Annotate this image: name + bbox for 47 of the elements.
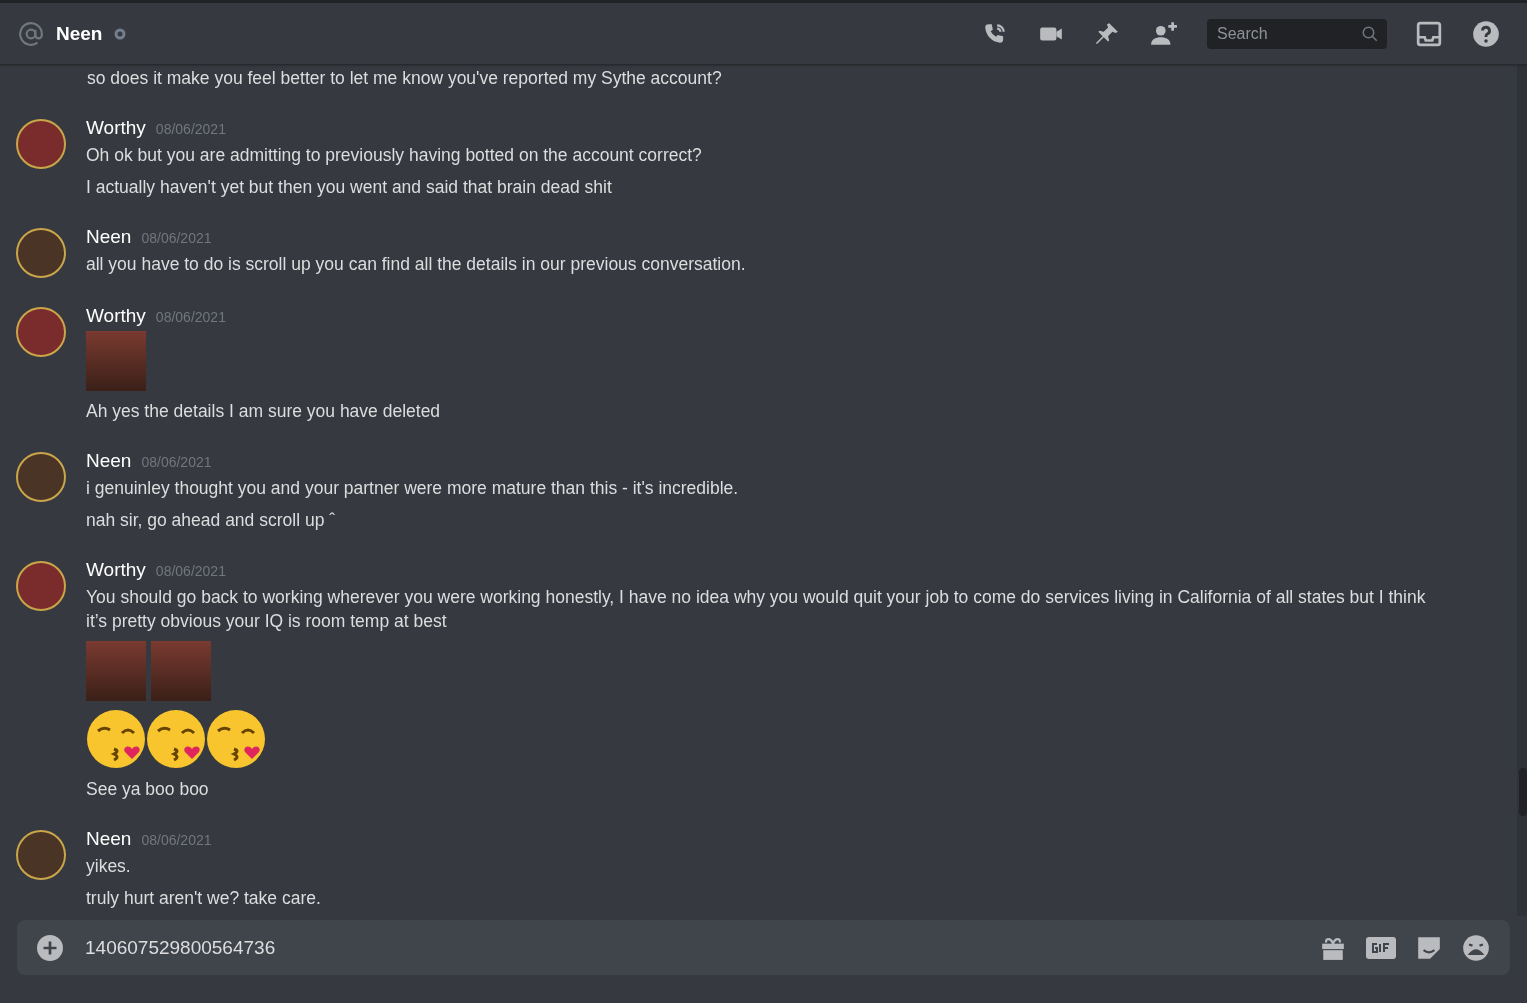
plus-circle-icon[interactable] <box>37 934 63 961</box>
message-text: yikes. <box>86 855 132 878</box>
user-avatar[interactable] <box>16 228 66 278</box>
author-name[interactable]: Worthy <box>86 305 146 327</box>
user-avatar[interactable] <box>16 452 66 502</box>
help-button[interactable] <box>1472 19 1500 48</box>
search-box[interactable]: Search <box>1207 18 1387 49</box>
message-timestamp: 08/06/2021 <box>141 230 212 246</box>
message-text: I actually haven't yet but then you went and said that brain dead shit <box>86 176 613 199</box>
message-timestamp: 08/06/2021 <box>155 121 226 137</box>
message-text: all you have to do is scroll up you can find all the details in our previous conversation. <box>86 253 746 276</box>
pin-button[interactable] <box>1094 20 1120 47</box>
message-timestamp: 08/06/2021 <box>141 832 212 848</box>
user-avatar[interactable] <box>16 561 66 611</box>
user-avatar[interactable] <box>16 830 66 880</box>
message-timestamp: 08/06/2021 <box>155 563 226 579</box>
user-avatar[interactable] <box>16 307 66 357</box>
message-text: Oh ok but you are admitting to previously having botted on the account correct? <box>86 144 702 167</box>
author-name[interactable]: Worthy <box>86 117 146 139</box>
message-text: truly hurt aren't we? take care. <box>86 887 321 910</box>
face-icon[interactable] <box>1462 933 1490 962</box>
author-name[interactable]: Worthy <box>86 559 146 581</box>
message-text: so does it make you feel better to let me know you've reported my Sythe account? <box>87 67 722 90</box>
gif-icon[interactable] <box>1366 934 1396 961</box>
kissing-face-emoji-icon <box>86 709 146 769</box>
search-field[interactable]: Search <box>1215 23 1361 44</box>
inbox-button[interactable] <box>1416 20 1442 47</box>
message-text: Ah yes the details I am sure you have deleted <box>86 400 441 423</box>
at-sign-icon <box>18 20 44 47</box>
message-text: You should go back to working wherever you were working honestly, I have no idea why you would quit your job to come do services living in California of all states but I think it’s pretty obvious your IQ is room temp at best <box>86 586 1427 633</box>
author-name[interactable]: Neen <box>86 226 132 248</box>
channel-name: Neen <box>56 22 103 45</box>
composer-bar[interactable]: 140607529800564736 <box>17 920 1510 975</box>
kissing-face-emoji-icon <box>146 709 206 769</box>
author-name[interactable]: Neen <box>86 828 132 850</box>
search-icon <box>1361 24 1379 43</box>
kissing-face-emoji-icon <box>206 709 266 769</box>
add-friend-button[interactable] <box>1150 20 1178 47</box>
message-text: nah sir, go ahead and scroll up ˆ <box>86 509 337 532</box>
message-input-field[interactable]: 140607529800564736 <box>83 935 1300 960</box>
message-text: i genuinley thought you and your partner were more mature than this - it's incredible. <box>86 477 739 500</box>
message-text: See ya boo boo <box>86 778 210 801</box>
message-timestamp: 08/06/2021 <box>155 309 226 325</box>
message-timestamp: 08/06/2021 <box>141 454 212 470</box>
user-avatar[interactable] <box>16 119 66 169</box>
author-name[interactable]: Neen <box>86 450 132 472</box>
sticker-icon[interactable] <box>1416 934 1442 961</box>
